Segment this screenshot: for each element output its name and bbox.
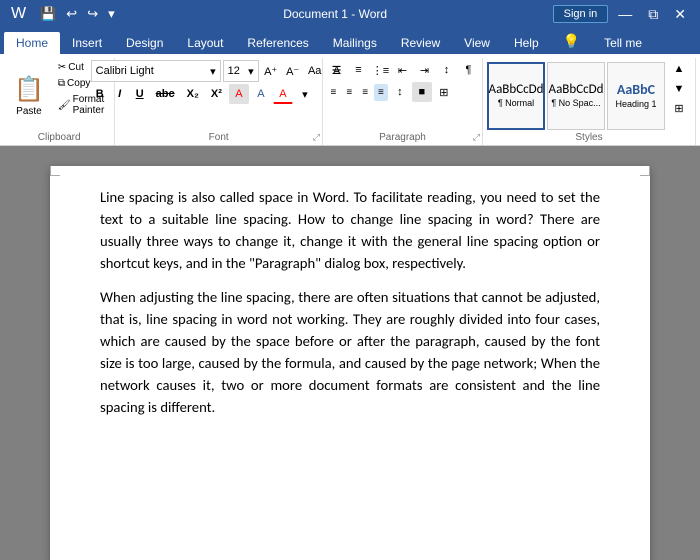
change-case-button[interactable]: Aa [305, 61, 325, 81]
document-page[interactable]: Line spacing is also called space in Wor… [50, 166, 650, 560]
subscript-button[interactable]: X₂ [182, 86, 204, 102]
cut-icon: ✂ [58, 62, 66, 73]
tab-design[interactable]: Design [114, 32, 175, 54]
text-highlight-button[interactable]: A [251, 84, 271, 104]
tab-references[interactable]: References [235, 32, 320, 54]
decrease-font-button[interactable]: A⁻ [283, 61, 303, 81]
show-marks-button[interactable]: ¶ [459, 60, 479, 80]
tab-home[interactable]: Home [4, 32, 60, 54]
word-icon: W [8, 5, 29, 23]
font-group-label: Font [115, 132, 322, 143]
increase-font-button[interactable]: A⁺ [261, 61, 281, 81]
paragraph-expand-button[interactable]: ⤢ [473, 132, 480, 143]
minimize-button[interactable]: — [612, 6, 638, 22]
paragraph-controls: ☰ ≡ ⋮≡ ⇤ ⇥ ↕ ¶ ≡ ≡ ≡ ≡ ↕ ■ ⊞ [327, 60, 479, 102]
ribbon: 📋 Paste ✂ Cut ⧉ Copy 🖌 Format Painter Cl… [0, 54, 700, 146]
paragraph-group: ☰ ≡ ⋮≡ ⇤ ⇥ ↕ ¶ ≡ ≡ ≡ ≡ ↕ ■ ⊞ Paragraph ⤢ [323, 58, 483, 145]
strikethrough-button[interactable]: abc [151, 86, 180, 102]
paragraph-align-row: ≡ ≡ ≡ ≡ ↕ ■ ⊞ [327, 82, 479, 102]
style-normal-label: ¶ Normal [498, 98, 534, 108]
style-h1-label: Heading 1 [615, 99, 656, 109]
paragraph-group-label: Paragraph [323, 132, 482, 143]
numbering-button[interactable]: ≡ [349, 60, 369, 80]
window-controls: Sign in — ⧉ ✕ [553, 5, 692, 23]
shading-button[interactable]: ■ [412, 82, 432, 102]
font-size-dropdown-icon[interactable]: ▾ [248, 65, 254, 78]
style-h1-preview: AaBbC [617, 83, 655, 97]
style-normal[interactable]: AaBbCcDd ¶ Normal [487, 62, 545, 130]
save-icon[interactable]: 💾 [37, 6, 59, 22]
font-name-dropdown-icon[interactable]: ▾ [210, 65, 216, 78]
tab-layout[interactable]: Layout [175, 32, 235, 54]
font-selector-row: Calibri Light ▾ 12 ▾ A⁺ A⁻ Aa A [91, 60, 347, 82]
tab-help[interactable]: Help [502, 32, 551, 54]
align-right-button[interactable]: ≡ [358, 84, 372, 101]
restore-button[interactable]: ⧉ [642, 6, 664, 23]
copy-icon: ⧉ [58, 78, 65, 89]
font-name-selector[interactable]: Calibri Light ▾ [91, 60, 221, 82]
superscript-button[interactable]: X² [206, 86, 227, 102]
decrease-indent-button[interactable]: ⇤ [393, 60, 413, 80]
align-left-button[interactable]: ≡ [327, 84, 341, 101]
tab-insert[interactable]: Insert [60, 32, 114, 54]
sort-button[interactable]: ↕ [437, 60, 457, 80]
format-painter-icon: 🖌 [58, 100, 71, 111]
bold-button[interactable]: B [91, 86, 109, 102]
font-controls: Calibri Light ▾ 12 ▾ A⁺ A⁻ Aa A B I U ab… [91, 60, 347, 104]
line-spacing-button[interactable]: ↕ [390, 82, 410, 102]
paragraph-list-row: ☰ ≡ ⋮≡ ⇤ ⇥ ↕ ¶ [327, 60, 479, 80]
font-color-dropdown[interactable]: ▾ [295, 84, 315, 104]
styles-down-button[interactable]: ▼ [669, 79, 689, 99]
style-no-space[interactable]: AaBbCcDd ¶ No Spac... [547, 62, 605, 130]
style-nospace-preview: AaBbCcDd [549, 83, 604, 96]
tab-lightbulb[interactable]: 💡 [551, 29, 592, 54]
styles-group: AaBbCcDd ¶ Normal AaBbCcDd ¶ No Spac... … [483, 58, 696, 145]
bullets-button[interactable]: ☰ [327, 60, 347, 80]
document-area: Line spacing is also called space in Wor… [0, 146, 700, 560]
increase-indent-button[interactable]: ⇥ [415, 60, 435, 80]
align-center-button[interactable]: ≡ [342, 84, 356, 101]
style-heading1[interactable]: AaBbC Heading 1 [607, 62, 665, 130]
style-nospace-label: ¶ No Spac... [551, 98, 600, 108]
ribbon-tab-bar: Home Insert Design Layout References Mai… [0, 28, 700, 54]
tab-tellme[interactable]: Tell me [592, 32, 654, 54]
font-group: Calibri Light ▾ 12 ▾ A⁺ A⁻ Aa A B I U ab… [115, 58, 323, 145]
close-button[interactable]: ✕ [668, 6, 692, 23]
font-expand-button[interactable]: ⤢ [313, 132, 320, 143]
undo-icon[interactable]: ↩ [63, 6, 80, 22]
signin-button[interactable]: Sign in [553, 5, 609, 23]
tab-review[interactable]: Review [389, 32, 452, 54]
styles-up-button[interactable]: ▲ [669, 59, 689, 79]
title-bar: W 💾 ↩ ↪ ▾ Document 1 - Word Sign in — ⧉ … [0, 0, 700, 28]
window-title: Document 1 - Word [118, 7, 553, 21]
document-paragraph-1: Line spacing is also called space in Wor… [100, 186, 600, 274]
document-paragraph-2: When adjusting the line spacing, there a… [100, 286, 600, 418]
font-color-button[interactable]: A [273, 84, 293, 104]
redo-icon[interactable]: ↪ [84, 6, 101, 22]
tab-view[interactable]: View [452, 32, 502, 54]
text-effects-button[interactable]: A [229, 84, 249, 104]
clipboard-label: Clipboard [4, 132, 114, 143]
font-format-row: B I U abc X₂ X² A A A ▾ [91, 84, 347, 104]
quick-access-toolbar: W 💾 ↩ ↪ ▾ [8, 5, 118, 23]
corner-mark-tr [640, 166, 650, 176]
styles-expand-button[interactable]: ⊞ [669, 99, 689, 119]
style-normal-preview: AaBbCcDd [489, 83, 544, 96]
italic-button[interactable]: I [111, 86, 129, 102]
tab-mailings[interactable]: Mailings [321, 32, 389, 54]
styles-group-label: Styles [483, 132, 695, 143]
corner-mark-tl [50, 166, 60, 176]
multilevel-list-button[interactable]: ⋮≡ [371, 60, 391, 80]
align-justify-button[interactable]: ≡ [374, 84, 388, 101]
paste-button[interactable]: 📋 Paste [8, 60, 50, 131]
underline-button[interactable]: U [131, 86, 149, 102]
borders-button[interactable]: ⊞ [434, 82, 454, 102]
customize-icon[interactable]: ▾ [105, 6, 118, 22]
font-size-selector[interactable]: 12 ▾ [223, 60, 259, 82]
